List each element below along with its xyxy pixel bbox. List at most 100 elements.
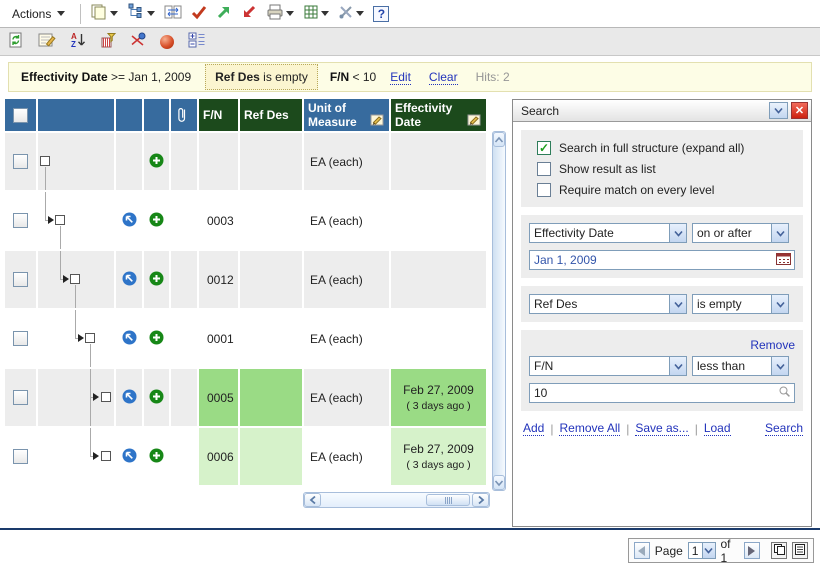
checkbox-full-structure[interactable]: ✓ [537,141,551,155]
chevron-down-icon[interactable] [771,295,788,313]
search-link[interactable]: Search [765,421,803,436]
field-select[interactable]: Ref Des [529,294,687,314]
header-fn[interactable]: F/N [199,99,238,131]
row-checkbox[interactable] [13,154,28,169]
chevron-down-icon[interactable] [321,11,329,16]
expand-arrow-icon[interactable] [93,393,99,401]
validate-button[interactable] [191,4,207,23]
multi-page-view-button[interactable] [771,542,787,559]
remove-criterion-link[interactable]: Remove [529,338,795,352]
edit-filter-link[interactable]: Edit [390,70,411,85]
compare-button[interactable] [164,3,182,24]
navigate-up-icon[interactable] [122,452,137,466]
scrollbar-thumb[interactable] [426,494,470,506]
edit-pencil-icon[interactable] [467,113,482,129]
operator-select[interactable]: less than [692,356,789,376]
previous-page-button[interactable] [634,542,650,559]
header-ref-des[interactable]: Ref Des [240,99,302,131]
scroll-up-button[interactable] [493,132,505,147]
load-link[interactable]: Load [704,421,731,436]
row-checkbox[interactable] [13,272,28,287]
expand-arrow-icon[interactable] [93,452,99,460]
row-checkbox[interactable] [13,213,28,228]
search-magnifier-icon[interactable] [778,385,791,401]
refresh-icon[interactable] [8,32,24,51]
check-out-button[interactable] [241,4,257,23]
sphere-icon[interactable] [160,35,174,49]
date-input[interactable] [530,252,776,268]
header-eff-date[interactable]: Effectivity Date [391,99,486,131]
chevron-down-icon[interactable] [110,11,118,16]
tree-node[interactable] [85,333,95,343]
field-select[interactable]: Effectivity Date [529,223,687,243]
route-pin-icon[interactable] [130,32,146,51]
add-criterion-link[interactable]: Add [523,421,544,436]
paste-structure-button[interactable] [127,3,155,24]
operator-select[interactable]: is empty [692,294,789,314]
page-select[interactable]: 1 [688,542,716,559]
chevron-down-icon[interactable] [771,224,788,242]
checkbox-result-as-list[interactable] [537,162,551,176]
scroll-down-button[interactable] [493,475,505,490]
chevron-down-icon[interactable] [771,357,788,375]
copy-button[interactable] [90,3,118,24]
clear-filter-link[interactable]: Clear [429,70,458,85]
header-attachment[interactable] [171,99,197,131]
tree-node[interactable] [70,274,80,284]
vertical-scrollbar[interactable] [492,131,506,491]
add-plus-icon[interactable] [149,334,164,348]
filter-icon[interactable] [100,32,116,51]
tools-button[interactable] [338,4,364,23]
filter-criterion-selected[interactable]: Ref Des is empty [205,64,318,90]
chevron-down-icon[interactable] [286,11,294,16]
chevron-down-icon[interactable] [702,543,715,558]
export-table-button[interactable] [303,4,329,23]
calendar-icon[interactable] [776,252,791,268]
help-button[interactable]: ? [373,6,389,22]
chevron-down-icon[interactable] [147,11,155,16]
select-all-checkbox[interactable] [13,108,28,123]
tree-node[interactable] [40,156,50,166]
horizontal-scrollbar[interactable] [303,492,490,508]
row-checkbox[interactable] [13,449,28,464]
sort-az-icon[interactable]: AZ [70,32,86,51]
check-in-button[interactable] [216,4,232,23]
add-plus-icon[interactable] [149,393,164,407]
checkbox-match-every-level[interactable] [537,183,551,197]
expand-arrow-icon[interactable] [78,334,84,342]
chevron-down-icon[interactable] [669,295,686,313]
tree-node[interactable] [55,215,65,225]
list-view-button[interactable] [792,542,808,559]
print-button[interactable] [266,4,294,23]
operator-select[interactable]: on or after [692,223,789,243]
tree-node[interactable] [101,392,111,402]
expand-all-icon[interactable] [188,32,206,51]
add-plus-icon[interactable] [149,452,164,466]
edit-pencil-icon[interactable] [370,113,385,129]
next-page-button[interactable] [744,542,760,559]
add-plus-icon[interactable] [149,216,164,230]
expand-arrow-icon[interactable] [48,216,54,224]
add-plus-icon[interactable] [149,275,164,289]
tree-node[interactable] [101,451,111,461]
actions-menu-button[interactable]: Actions [6,4,71,24]
chevron-down-icon[interactable] [669,357,686,375]
chevron-down-icon[interactable] [356,11,364,16]
value-input[interactable] [530,385,778,401]
add-plus-icon[interactable] [149,157,164,171]
field-select[interactable]: F/N [529,356,687,376]
scroll-left-button[interactable] [304,493,321,507]
row-checkbox[interactable] [13,331,28,346]
row-checkbox[interactable] [13,390,28,405]
edit-note-icon[interactable] [38,32,56,51]
scroll-right-button[interactable] [472,493,489,507]
navigate-up-icon[interactable] [122,334,137,348]
remove-all-link[interactable]: Remove All [559,421,620,436]
navigate-up-icon[interactable] [122,216,137,230]
panel-dropdown-button[interactable] [769,102,788,119]
chevron-down-icon[interactable] [669,224,686,242]
save-as-link[interactable]: Save as... [635,421,688,436]
navigate-up-icon[interactable] [122,275,137,289]
navigate-up-icon[interactable] [122,393,137,407]
header-uom[interactable]: Unit of Measure [304,99,389,131]
